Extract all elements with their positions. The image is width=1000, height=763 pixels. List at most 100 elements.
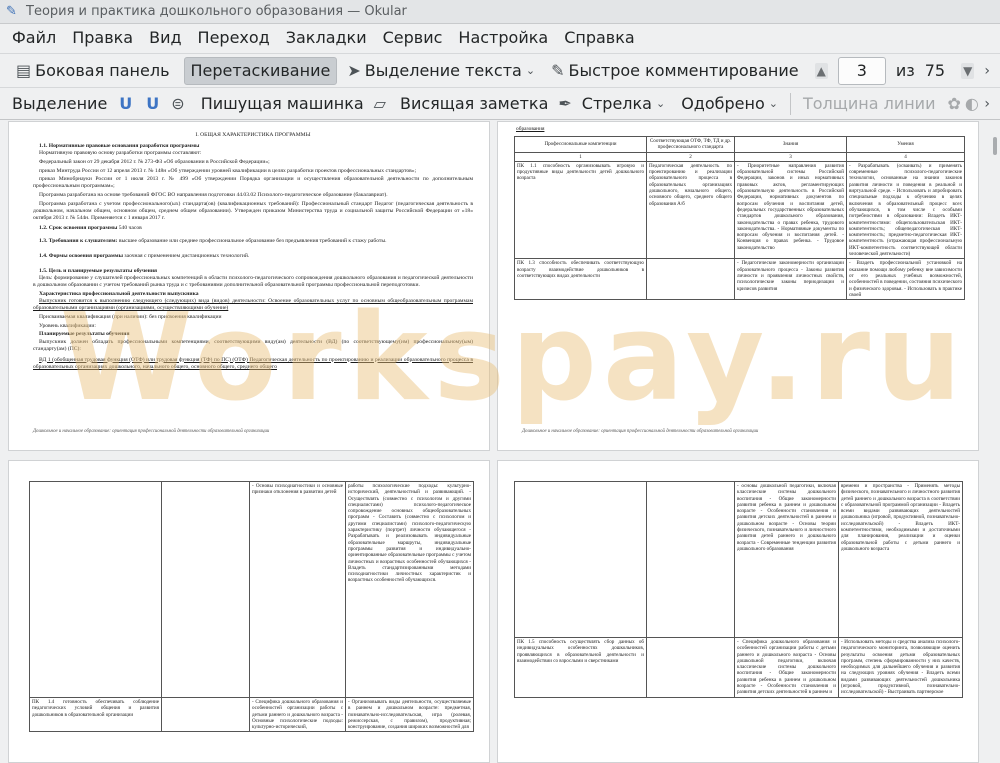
sticky-note-tool-label: Висящая заметка [399,94,549,113]
table-cell: времени и пространства - Применять метод… [838,481,963,638]
arrow-pen-icon: ✒ [558,94,572,113]
paragraph: Программа разработана с учетом профессио… [33,200,473,221]
stamp-tool-label: Одобрено [681,94,765,113]
cursor-icon: ➤ [347,61,361,80]
window-title: Теория и практика дошкольного образовани… [26,4,407,19]
arrow-tool-button[interactable]: Стрелка ⌄ [576,90,671,118]
arrow-tool-label: Стрелка [581,94,652,113]
vertical-scrollbar[interactable] [988,121,1000,763]
table-cell [646,258,735,301]
paragraph: 540 часов [118,225,142,231]
table-row: ПК 1.1 способность организовывать игрову… [514,160,965,260]
paragraph: Уровень квалификации: [39,322,96,329]
next-page-icon[interactable]: ▼ [961,62,975,79]
chevron-down-icon[interactable]: ⌄ [526,64,535,77]
highlight-tool-button[interactable]: Выделение [12,90,113,118]
table-header-cell: Соответствующая ОТФ, ТФ, ТД и др. профес… [646,136,735,153]
paragraph: Программа разработана на основе требован… [39,192,388,199]
page-number-input[interactable]: 3 [837,56,886,85]
paragraph: Присваиваемая квалификация (при наличии)… [39,314,222,321]
scrollbar-thumb[interactable] [993,137,997,155]
color-picker-icon[interactable]: ✿ [947,94,960,113]
chevron-down-icon[interactable]: ⌄ [656,97,665,110]
table-cell: 1 [514,151,647,162]
menu-bookmarks[interactable]: Закладки [278,24,375,52]
sidebar-icon: ▤ [16,61,32,80]
note-icon: ▱ [373,94,386,113]
competence-table: - основы дошкольной педагогики, включая … [514,481,963,698]
chevron-down-icon[interactable]: ⌄ [769,97,778,110]
table-cell: ПК 1.3 способность обеспечивать соответс… [514,258,647,301]
menu-tools[interactable]: Сервис [375,24,451,52]
paragraph: Цель: формирование у слушателей професси… [33,275,473,289]
squiggle-underline-icon[interactable]: U [146,94,159,113]
toolbar-overflow-icon[interactable]: › [984,96,990,112]
document-page: образования Профессиональные компетенции… [497,121,979,451]
table-cell: ПК 1.1 способность организовывать игрову… [514,160,647,260]
underline-icon[interactable]: U [119,94,132,113]
menu-settings[interactable]: Настройка [450,24,556,52]
line-width-label: Толщина линии [802,94,936,113]
paragraph: ВД 1 (обобщенная трудовая функция (ОТФ) … [33,356,473,370]
table-cell: - Приоритетные направления развития обра… [734,160,847,260]
menu-view[interactable]: Вид [141,24,189,52]
competence-table: - Основы психодиагностики и основные при… [29,481,474,733]
table-cell: - Разрабатывать (осваивать) и применять … [846,160,965,260]
sidebar-toggle-button[interactable]: ▤ Боковая панель [10,57,176,85]
menu-edit[interactable]: Правка [64,24,141,52]
stamp-tool-button[interactable]: Одобрено ⌄ [675,90,784,118]
annotation-toolbar: Выделение U U ⊜ Пишущая машинка ▱ Висяща… [0,87,1000,120]
page-footer: Дошкольное и начальное образование: орие… [522,429,759,434]
paragraph-row: 1.2. Срок освоения программы 540 часов [39,225,473,232]
paragraph: приказ Минтруда России от 12 апреля 2013… [39,167,417,174]
paragraph: заочная с применением дистанционных техн… [124,253,250,260]
toolbar-overflow-icon[interactable]: › [984,63,990,79]
table-row: - Основы психодиагностики и основные при… [29,481,474,698]
table-cell: - Использовать методы и средства анализа… [838,637,963,698]
menu-bar: Файл Правка Вид Переход Закладки Сервис … [0,24,1000,52]
paragraph: приказ Минобрнауки России от 1 июля 2013… [33,176,473,190]
document-viewport[interactable]: I. ОБЩАЯ ХАРАКТЕРИСТИКА ПРОГРАММЫ 1.1. Н… [0,121,1000,763]
table-cell: 4 [846,151,965,162]
typewriter-tool-label: Пишущая машинка [200,94,364,113]
toolbar-separator [789,92,791,115]
table-row: ПК 1.5 способность осуществлять сбор дан… [514,637,963,698]
table-header-cell: Умения [846,136,965,153]
stamp-icon[interactable]: ⊜ [171,94,184,113]
competence-table: Профессиональные компетенции Соответству… [514,136,965,301]
table-cell: - Владеть профессиональной установкой на… [846,258,965,301]
document-page: I. ОБЩАЯ ХАРАКТЕРИСТИКА ПРОГРАММЫ 1.1. Н… [8,121,490,451]
menu-file[interactable]: Файл [4,24,64,52]
pen-icon: ✎ [551,61,565,80]
subsection-title: 1.3. Требования к слушателям: [39,238,118,245]
table-cell: - Специфика дошкольного образования и ос… [734,637,839,698]
table-cell [29,481,162,698]
subsection-title: 1.4. Формы освоения программы [39,253,123,260]
sticky-note-tool-button[interactable]: Висящая заметка [394,90,554,118]
paragraph: высшее образование или среднее профессио… [118,238,387,245]
table-cell: - Основы психодиагностики и основные при… [249,481,346,698]
table-cell [161,481,250,698]
opacity-icon[interactable]: ◐ [965,94,979,113]
table-header-row: Профессиональные компетенции Соответству… [514,136,965,153]
table-number-row: 1 2 3 4 [514,151,965,162]
line-width-button[interactable]: Толщина линии [797,90,942,118]
menu-go[interactable]: Переход [190,24,278,52]
typewriter-tool-button[interactable]: Пишущая машинка [195,90,370,118]
page-footer: Дошкольное и начальное образование: орие… [33,429,270,434]
table-cell: 3 [734,151,847,162]
browse-mode-button[interactable]: Перетаскивание [183,56,338,85]
quick-annotations-button[interactable]: ✎ Быстрое комментирование [545,57,805,85]
previous-page-icon[interactable]: ▲ [814,62,828,79]
text-select-button[interactable]: ➤ Выделение текста ⌄ [341,57,541,85]
paragraph: Нормативную правовую основу разработки п… [39,150,202,157]
menu-help[interactable]: Справка [556,24,643,52]
table-cell: 2 [646,151,735,162]
table-cell: ПК 1.4 готовность обеспечивать соблюдени… [29,696,162,733]
subsection-title: Планируемые результаты обучения [39,331,130,338]
table-cell [161,696,250,733]
document-page: - Основы психодиагностики и основные при… [8,460,490,763]
table-header-cell: Профессиональные компетенции [514,136,647,153]
text-select-label: Выделение текста [364,61,522,80]
table-cell: - Педагогические закономерности организа… [734,258,847,301]
